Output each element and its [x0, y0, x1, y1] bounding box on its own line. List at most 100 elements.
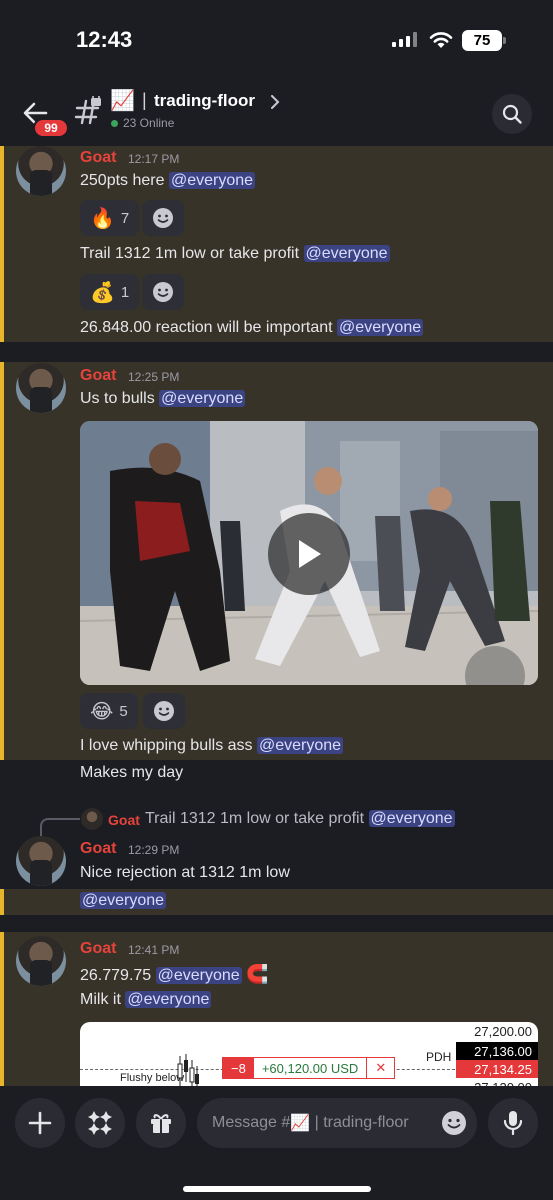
status-time: 12:43	[76, 27, 133, 52]
chevron-right-icon[interactable]	[270, 95, 280, 109]
order-quantity: −8	[223, 1058, 254, 1078]
mention-everyone[interactable]: @everyone	[125, 991, 212, 1008]
message-text: Makes my day	[80, 764, 184, 781]
message-composer: Message # 📈 | trading-floor	[0, 1086, 553, 1200]
channel-name[interactable]: trading-floor	[154, 91, 255, 111]
message-list[interactable]: Goat 12:17 PM 250pts here @everyone 🔥 7 …	[0, 146, 553, 1086]
price-label: 27,200.00	[474, 1023, 532, 1039]
username[interactable]: Goat	[80, 940, 116, 958]
add-reaction-button[interactable]	[142, 274, 184, 310]
emoji-picker-icon[interactable]	[441, 1110, 467, 1136]
gift-button[interactable]	[136, 1098, 186, 1148]
placeholder-emoji: 📈	[290, 1115, 311, 1132]
mention-everyone[interactable]: @everyone	[159, 390, 246, 407]
search-button[interactable]	[492, 94, 532, 134]
message-text: 26.779.75 @everyone 🧲	[80, 964, 269, 985]
wifi-icon	[429, 32, 453, 48]
message-text: 26.848.00 reaction will be important @ev…	[80, 319, 424, 337]
message-body: I love whipping bulls ass	[80, 737, 253, 754]
money-bag-emoji-icon: 💰	[90, 281, 115, 304]
mention-everyone[interactable]: @everyone	[337, 319, 424, 336]
username[interactable]: Goat	[80, 840, 116, 858]
pdh-label: PDH	[426, 1050, 452, 1064]
message-timestamp: 12:41 PM	[128, 943, 180, 957]
home-indicator	[183, 1186, 371, 1192]
avatar[interactable]	[16, 836, 66, 886]
message-text: Us to bulls @everyone	[80, 390, 246, 408]
message-body: Trail 1312 1m low or take profit	[80, 245, 300, 262]
message-text: Trail 1312 1m low or take profit @everyo…	[80, 245, 390, 263]
mention-everyone[interactable]: @everyone	[80, 892, 167, 909]
sparkle-apps-icon	[88, 1111, 112, 1135]
plus-icon	[28, 1111, 52, 1135]
avatar[interactable]	[16, 363, 66, 413]
smiley-icon	[153, 208, 173, 228]
message-timestamp: 12:25 PM	[128, 370, 180, 384]
locked-channel-icon	[74, 96, 101, 125]
mention-everyone: @everyone	[368, 810, 455, 827]
price-label: 27,120.00	[456, 1078, 538, 1087]
price-label-order: 27,134.25	[456, 1060, 538, 1078]
avatar[interactable]	[16, 936, 66, 986]
candlesticks	[177, 1054, 199, 1086]
reply-preview[interactable]: Trail 1312 1m low or take profit @everyo…	[145, 810, 455, 828]
username[interactable]: Goat	[80, 149, 116, 167]
gift-icon	[151, 1114, 171, 1133]
reply-username[interactable]: Goat	[108, 812, 140, 828]
smiley-icon	[154, 701, 174, 721]
message-timestamp: 12:29 PM	[128, 843, 180, 857]
placeholder-suffix: | trading-floor	[310, 1114, 409, 1131]
reaction-count: 7	[120, 209, 130, 227]
reaction-count: 5	[119, 702, 128, 720]
cellular-signal-icon	[392, 32, 417, 47]
video-attachment[interactable]	[80, 421, 538, 685]
chart-image-attachment[interactable]: 27,200.00 27,136.00 27,134.25 27,120.00 …	[80, 1022, 538, 1086]
channel-emoji: 📈	[110, 90, 135, 112]
channel-separator: |	[142, 90, 147, 110]
play-button[interactable]	[268, 513, 350, 595]
mention-everyone[interactable]: @everyone	[303, 245, 390, 262]
fire-emoji-icon: 🔥	[90, 207, 115, 230]
message-text: 250pts here @everyone	[80, 172, 256, 190]
reply-preview-text: Trail 1312 1m low or take profit	[145, 810, 365, 827]
status-bar: 12:43 75	[0, 0, 553, 82]
username[interactable]: Goat	[80, 367, 116, 385]
reply-avatar[interactable]	[81, 808, 103, 830]
reaction-pill[interactable]: 🔥 7	[80, 200, 140, 236]
message-input[interactable]: Message # 📈 | trading-floor	[197, 1098, 477, 1148]
message-body: 26.779.75	[80, 967, 152, 984]
avatar[interactable]	[16, 146, 66, 196]
order-pnl: +60,120.00 USD	[261, 1060, 359, 1076]
search-icon	[502, 104, 522, 124]
message-timestamp: 12:17 PM	[128, 152, 180, 166]
placeholder-prefix: Message #	[212, 1114, 291, 1131]
voice-message-button[interactable]	[488, 1098, 538, 1148]
mention-everyone[interactable]: @everyone	[155, 967, 242, 984]
microphone-icon	[503, 1111, 523, 1136]
reaction-pill[interactable]: 😂 5	[80, 693, 138, 729]
message-text: Milk it @everyone	[80, 991, 212, 1009]
online-count-label: 23 Online	[123, 116, 175, 130]
unread-badge: 99	[33, 118, 69, 138]
message-text: @everyone	[80, 892, 167, 910]
message-body: 26.848.00 reaction will be important	[80, 319, 333, 336]
add-attachment-button[interactable]	[15, 1098, 65, 1148]
mention-everyone[interactable]: @everyone	[168, 172, 256, 189]
reaction-count: 1	[120, 283, 130, 301]
order-close: ✕	[366, 1058, 394, 1078]
online-dot-icon	[111, 119, 118, 127]
apps-button[interactable]	[75, 1098, 125, 1148]
order-ticket: −8 +60,120.00 USD ✕	[222, 1057, 396, 1079]
channel-header: 99 📈 | trading-floor 23 Online	[0, 82, 553, 146]
battery-icon: 75	[462, 30, 506, 51]
add-reaction-button[interactable]	[143, 693, 185, 729]
add-reaction-button[interactable]	[142, 200, 184, 236]
smiley-icon	[153, 282, 173, 302]
price-label-current: 27,136.00	[456, 1042, 538, 1060]
reaction-pill[interactable]: 💰 1	[80, 274, 140, 310]
message-text: Nice rejection at 1312 1m low	[80, 864, 290, 881]
chart-annotation: Flushy below	[120, 1072, 185, 1084]
mention-everyone[interactable]: @everyone	[257, 737, 344, 754]
message-body: Us to bulls	[80, 390, 155, 407]
magnet-emoji-icon: 🧲	[246, 964, 269, 984]
